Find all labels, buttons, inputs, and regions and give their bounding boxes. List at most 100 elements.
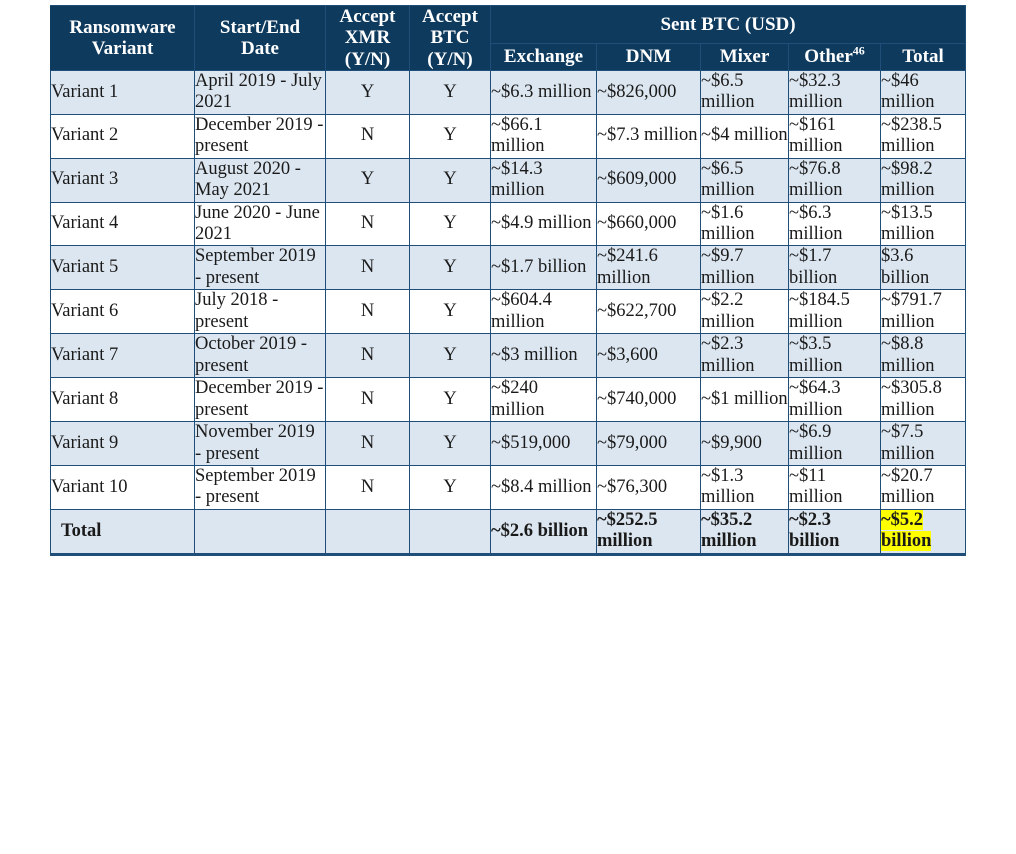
cell-variant: Variant 7 xyxy=(50,333,195,379)
column-header-exchange: Exchange xyxy=(490,42,597,71)
column-header-variant-line1: Ransomware xyxy=(69,16,176,38)
cell-accept-xmr: N xyxy=(325,333,410,379)
column-group-header-sent-btc: Sent BTC (USD) xyxy=(489,5,967,44)
cell-accept-btc: Y xyxy=(409,157,491,203)
cell-variant: Variant 6 xyxy=(50,289,195,335)
cell-total: ~$20.7 million xyxy=(879,464,967,510)
cell-exchange: ~$240 million xyxy=(490,377,597,423)
cell-exchange: ~$8.4 million xyxy=(490,464,597,510)
table-row: Variant 1 April 2019 - July 2021 Y Y ~$6… xyxy=(50,69,967,115)
cell-accept-btc: Y xyxy=(409,333,491,379)
column-header-accept-xmr-line1: Accept xyxy=(339,6,396,27)
cell-accept-xmr: Y xyxy=(325,69,410,115)
column-header-accept-btc-line1: Accept xyxy=(422,6,478,27)
cell-mixer: ~$1.3 million xyxy=(700,464,789,510)
cell-accept-btc: Y xyxy=(409,69,491,115)
table-row: Variant 8 December 2019 - present N Y ~$… xyxy=(50,377,967,423)
cell-mixer: ~$9.7 million xyxy=(700,245,789,291)
cell-accept-xmr: N xyxy=(325,113,410,159)
table-row: Variant 3 August 2020 - May 2021 Y Y ~$1… xyxy=(50,157,967,203)
cell-exchange: ~$1.7 billion xyxy=(490,245,597,291)
table-row: Variant 4 June 2020 - June 2021 N Y ~$4.… xyxy=(50,201,967,247)
cell-total: ~$7.5 million xyxy=(879,421,967,466)
table-page: Ransomware Variant Start/End Date Accept… xyxy=(0,0,1016,854)
cell-variant: Variant 2 xyxy=(50,113,195,159)
cell-other: ~$11 million xyxy=(788,464,881,510)
column-header-date-line2: Date xyxy=(241,37,279,59)
column-header-date-line1: Start/End xyxy=(219,16,301,38)
cell-dnm: ~$241.6 million xyxy=(596,245,701,291)
cell-total: ~$8.8 million xyxy=(879,333,967,379)
cell-total: $3.6 billion xyxy=(879,245,967,291)
cell-accept-btc: Y xyxy=(409,201,491,247)
cell-mixer: ~$9,900 xyxy=(700,421,789,466)
cell-variant: Variant 4 xyxy=(50,201,195,247)
table-row: Variant 6 July 2018 - present N Y ~$604.… xyxy=(50,289,967,335)
column-header-dnm: DNM xyxy=(596,42,701,71)
cell-date: July 2018 - present xyxy=(194,289,326,335)
column-header-date: Start/End Date xyxy=(194,5,326,71)
cell-date: September 2019 - present xyxy=(194,464,326,510)
cell-total-date xyxy=(194,508,326,556)
cell-variant: Variant 10 xyxy=(50,464,195,510)
cell-other: ~$161 million xyxy=(788,113,881,159)
cell-mixer: ~$2.2 million xyxy=(700,289,789,335)
table-header: Ransomware Variant Start/End Date Accept… xyxy=(50,5,967,71)
column-header-accept-btc: Accept BTC (Y/N) xyxy=(409,5,491,71)
cell-dnm: ~$609,000 xyxy=(596,157,701,203)
table-row: Variant 5 September 2019 - present N Y ~… xyxy=(50,245,967,291)
cell-accept-btc: Y xyxy=(409,113,491,159)
cell-total: ~$98.2 million xyxy=(879,157,967,203)
cell-accept-xmr: N xyxy=(325,421,410,466)
cell-variant: Variant 3 xyxy=(50,157,195,203)
cell-other: ~$64.3 million xyxy=(788,377,881,423)
cell-exchange: ~$604.4 million xyxy=(490,289,597,335)
cell-total: ~$305.8 million xyxy=(879,377,967,423)
cell-total-label: Total xyxy=(50,508,195,556)
column-header-accept-xmr-line3: (Y/N) xyxy=(344,48,391,70)
table-row: Variant 7 October 2019 - present N Y ~$3… xyxy=(50,333,967,379)
cell-grand-total: ~$5.2 billion xyxy=(879,508,967,556)
cell-accept-btc: Y xyxy=(409,245,491,291)
cell-mixer: ~$4 million xyxy=(700,113,789,159)
cell-date: October 2019 - present xyxy=(194,333,326,379)
cell-total-dnm: ~$252.5 million xyxy=(596,508,701,556)
table-total-row: Total ~$2.6 billion ~$252.5 million ~$35… xyxy=(50,508,967,556)
column-header-accept-btc-line3: (Y/N) xyxy=(427,48,473,70)
cell-total: ~$238.5 million xyxy=(879,113,967,159)
cell-mixer: ~$6.5 million xyxy=(700,69,789,115)
cell-exchange: ~$14.3 million xyxy=(490,157,597,203)
cell-date: June 2020 - June 2021 xyxy=(194,201,326,247)
cell-dnm: ~$79,000 xyxy=(596,421,701,466)
column-header-accept-xmr: Accept XMR (Y/N) xyxy=(325,5,410,71)
cell-other: ~$3.5 million xyxy=(788,333,881,379)
column-header-mixer: Mixer xyxy=(700,42,789,71)
table-body: Variant 1 April 2019 - July 2021 Y Y ~$6… xyxy=(50,69,967,556)
cell-variant: Variant 1 xyxy=(50,69,195,115)
cell-variant: Variant 5 xyxy=(50,245,195,291)
cell-total-exchange: ~$2.6 billion xyxy=(490,508,597,556)
cell-other: ~$184.5 million xyxy=(788,289,881,335)
cell-mixer: ~$1.6 million xyxy=(700,201,789,247)
cell-accept-btc: Y xyxy=(409,377,491,423)
column-header-accept-btc-line2: BTC xyxy=(430,27,470,49)
cell-accept-btc: Y xyxy=(409,421,491,466)
header-row-top: Ransomware Variant Start/End Date Accept… xyxy=(50,5,967,71)
cell-accept-xmr: Y xyxy=(325,157,410,203)
cell-date: November 2019 - present xyxy=(194,421,326,466)
cell-variant: Variant 9 xyxy=(50,421,195,466)
cell-date: December 2019 - present xyxy=(194,377,326,423)
cell-mixer: ~$6.5 million xyxy=(700,157,789,203)
cell-dnm: ~$3,600 xyxy=(596,333,701,379)
cell-dnm: ~$76,300 xyxy=(596,464,701,510)
column-header-accept-xmr-line2: XMR xyxy=(344,27,391,49)
cell-date: December 2019 - present xyxy=(194,113,326,159)
cell-dnm: ~$826,000 xyxy=(596,69,701,115)
cell-other: ~$6.3 million xyxy=(788,201,881,247)
column-header-variant-line2: Variant xyxy=(91,37,154,59)
cell-other: ~$1.7 billion xyxy=(788,245,881,291)
table-row: Variant 10 September 2019 - present N Y … xyxy=(50,464,967,510)
cell-accept-xmr: N xyxy=(325,201,410,247)
cell-dnm: ~$622,700 xyxy=(596,289,701,335)
cell-other: ~$6.9 million xyxy=(788,421,881,466)
